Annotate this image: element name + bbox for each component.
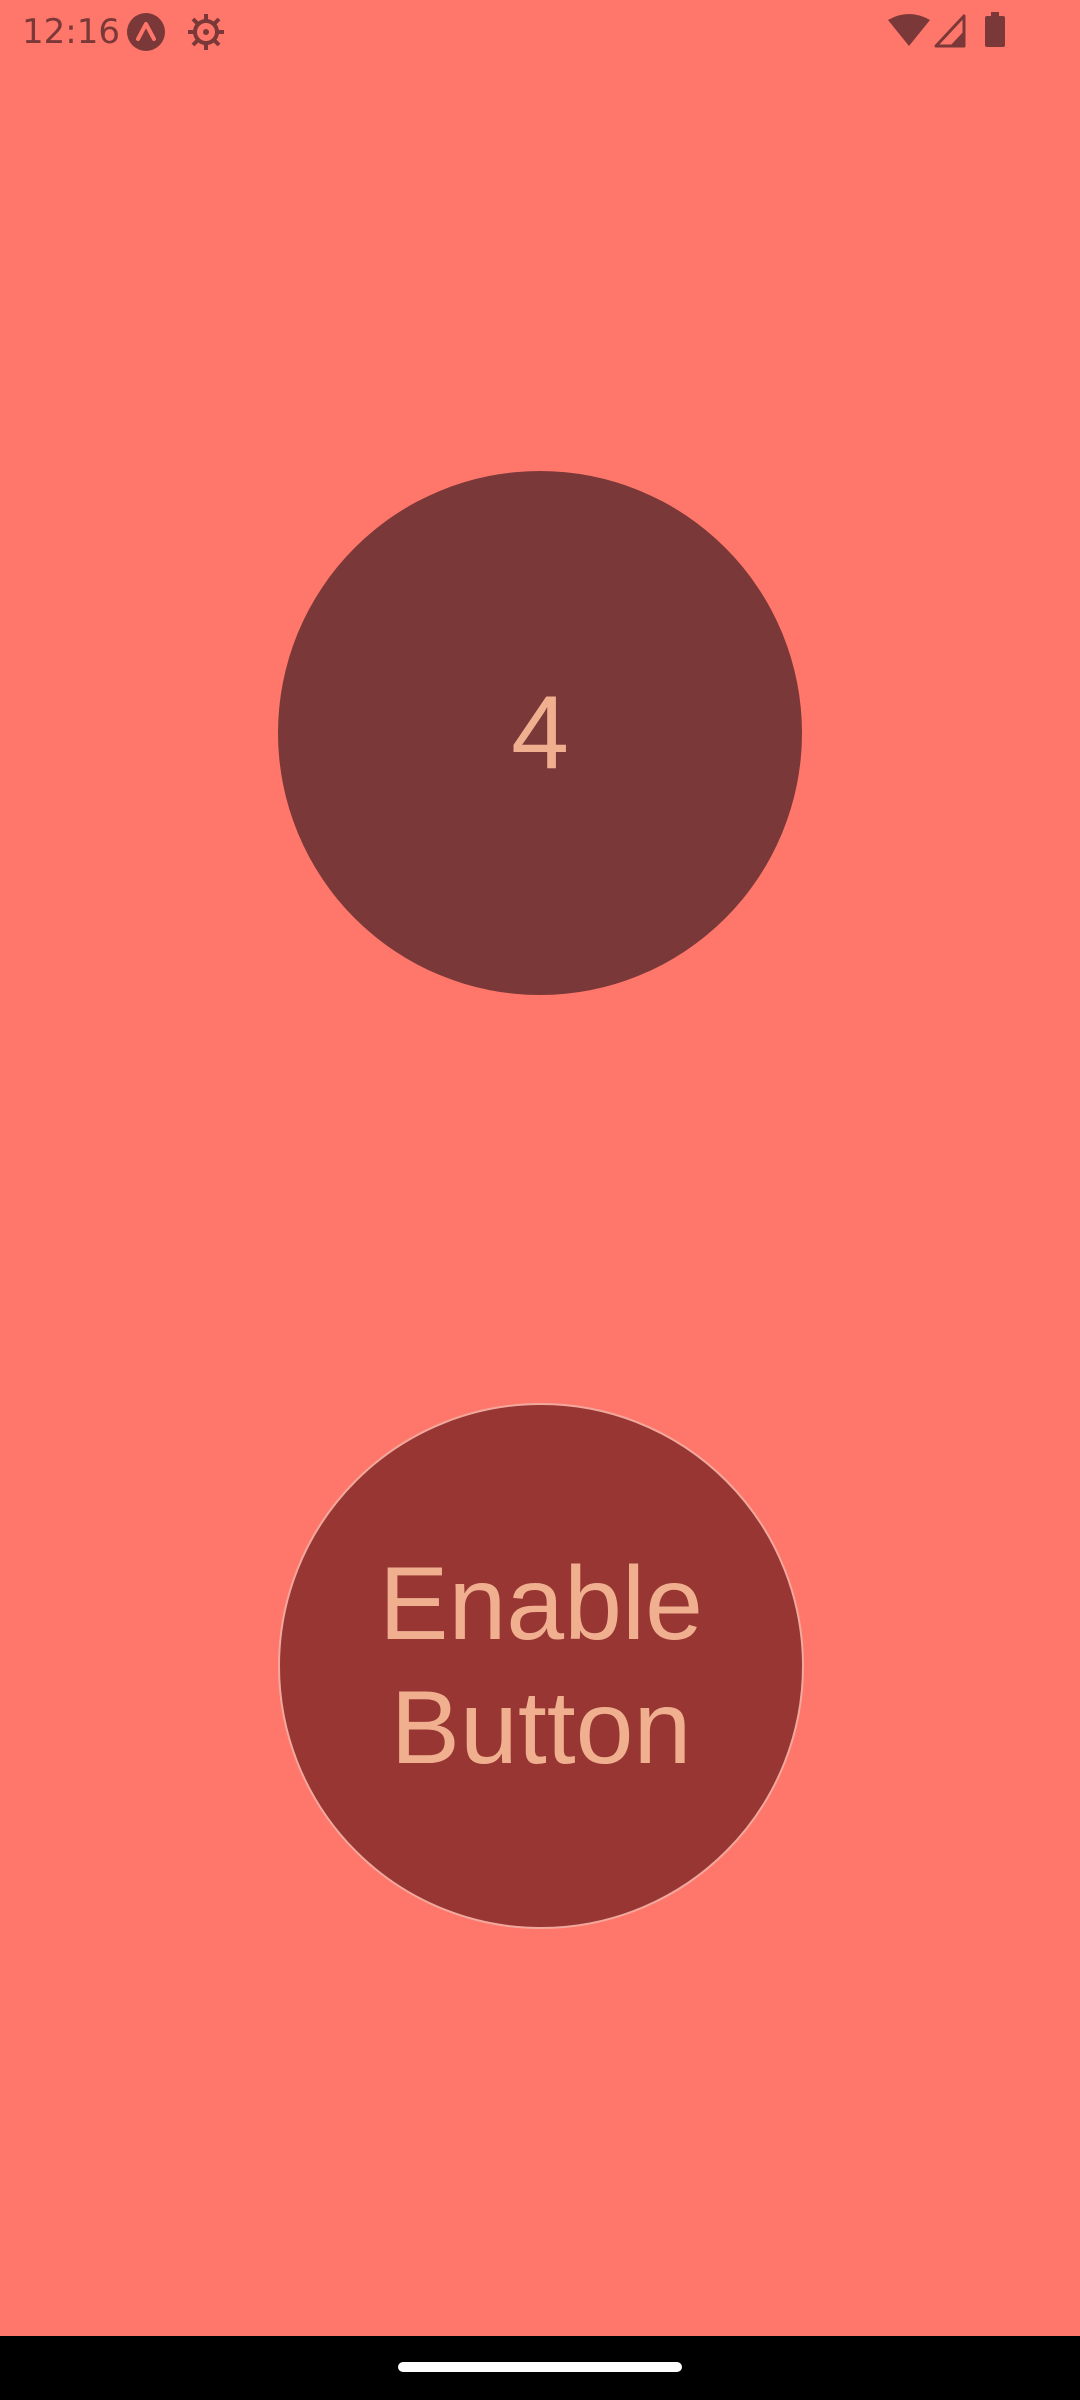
navigation-bar [0, 2336, 1080, 2400]
app-notification-icon [127, 13, 165, 51]
battery-icon [985, 12, 1005, 47]
cell-signal-icon [934, 14, 966, 48]
app-screen: 12:16 4 Enable Button [0, 0, 1080, 2400]
counter-value: 4 [511, 675, 569, 791]
counter-display: 4 [278, 471, 802, 995]
status-time: 12:16 [22, 12, 120, 52]
settings-gear-icon [188, 14, 224, 50]
home-indicator[interactable] [398, 2362, 682, 2372]
enable-button-label: Enable Button [379, 1546, 703, 1786]
wifi-icon [888, 14, 930, 46]
status-bar: 12:16 [0, 0, 1080, 64]
enable-button[interactable]: Enable Button [278, 1403, 804, 1929]
